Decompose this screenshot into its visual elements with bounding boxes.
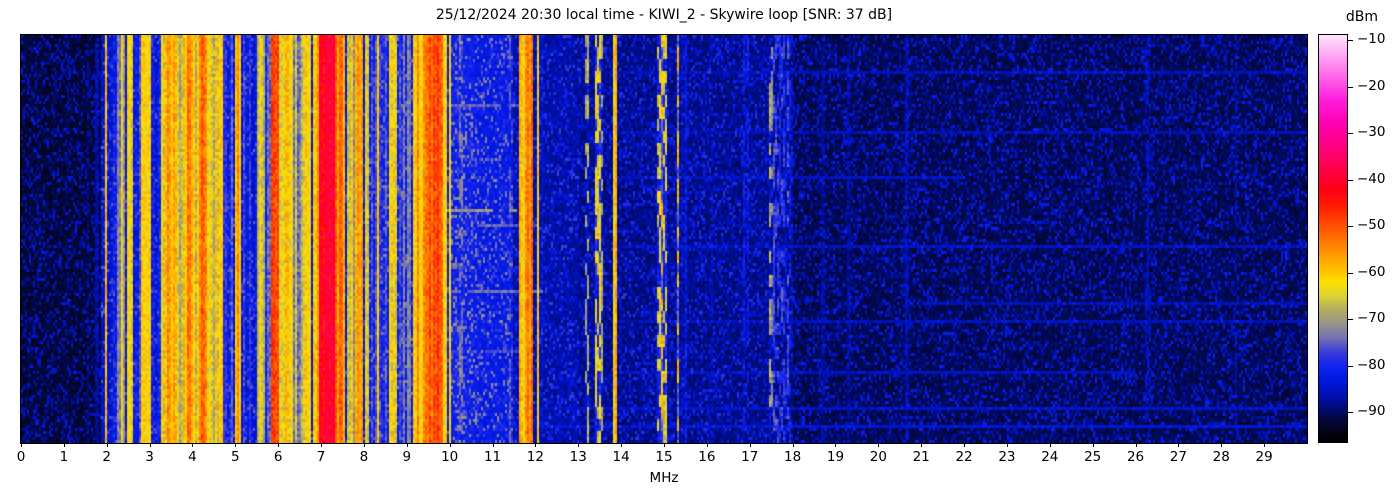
waterfall-heatmap [21,35,1307,443]
x-tick-label: 18 [784,449,802,465]
x-tick [149,443,151,447]
x-tick [406,443,408,447]
x-tick-label: 14 [612,449,630,465]
x-tick [21,443,22,447]
x-tick [535,443,537,447]
colorbar-tick [1347,319,1353,321]
colorbar-tick [1347,179,1353,181]
x-tick-label: 23 [998,449,1016,465]
x-tick [1178,443,1180,447]
x-tick [964,443,966,447]
colorbar-tick [1347,226,1353,228]
x-tick [278,443,280,447]
x-tick-label: 7 [316,449,326,465]
colorbar-tick-label: −30 [1357,124,1386,141]
x-tick-label: 21 [912,449,930,465]
x-tick-label: 17 [741,449,759,465]
x-tick [792,443,794,447]
colorbar-tick-label: −20 [1357,77,1386,94]
x-tick [578,443,580,447]
x-tick-label: 6 [273,449,283,465]
x-tick-label: 3 [145,449,154,465]
x-tick [363,443,365,447]
plot-area [20,34,1308,444]
x-tick-label: 8 [359,449,369,465]
x-tick-label: 25 [1084,449,1102,465]
x-tick-label: 10 [441,449,459,465]
x-tick-label: 11 [483,449,502,465]
x-tick-label: 27 [1169,449,1187,465]
x-tick-label: 16 [698,449,716,465]
x-tick [706,443,708,447]
x-tick-label: 0 [16,449,26,465]
colorbar-tick-label: −90 [1357,403,1386,420]
colorbar [1318,34,1348,443]
colorbar-tick-label: −60 [1357,263,1386,280]
colorbar-tick [1347,272,1353,274]
colorbar-tick-label: −50 [1357,217,1386,234]
colorbar-tick-label: −80 [1357,356,1386,373]
x-tick [1049,443,1051,447]
x-tick [449,443,451,447]
x-tick [835,443,837,447]
colorbar-tick-label: −70 [1357,310,1386,327]
colorbar-tick [1347,133,1353,135]
colorbar-tick [1347,40,1353,42]
x-tick [106,443,108,447]
x-tick-label: 9 [402,449,412,465]
x-tick [921,443,923,447]
x-tick [1092,443,1094,447]
x-tick [492,443,494,447]
x-tick [664,443,665,447]
x-tick [235,443,237,447]
x-tick [1135,443,1137,447]
x-tick-label: 2 [102,449,112,465]
x-tick-label: 5 [231,449,240,465]
colorbar-tick-label: −40 [1357,170,1386,187]
x-tick-label: 20 [869,449,887,465]
x-tick [621,443,623,447]
x-axis-label: MHz [649,470,679,486]
x-tick-label: 28 [1212,449,1230,465]
x-tick [321,443,323,447]
x-tick-label: 13 [569,449,587,465]
colorbar-tick [1347,86,1353,88]
x-tick [878,443,880,447]
x-tick [1264,443,1266,447]
colorbar-gradient [1319,35,1347,442]
x-tick-label: 4 [188,449,197,465]
x-tick-label: 22 [955,449,973,465]
x-tick-label: 15 [655,449,673,465]
x-tick [1006,443,1008,447]
colorbar-tick [1347,365,1353,367]
x-tick-label: 1 [59,449,69,465]
x-tick-label: 26 [1126,449,1145,465]
colorbar-tick [1347,412,1353,414]
x-tick [1221,443,1223,447]
x-tick-label: 19 [826,449,845,465]
x-tick [63,443,65,447]
x-tick-label: 24 [1041,449,1059,465]
x-tick [749,443,751,447]
x-tick [192,443,194,447]
spectrogram-figure: 25/12/2024 20:30 local time - KIWI_2 - S… [0,0,1400,500]
x-tick-label: 12 [526,449,544,465]
chart-title: 25/12/2024 20:30 local time - KIWI_2 - S… [435,7,893,23]
colorbar-unit-label: dBm [1345,9,1379,25]
x-tick-label: 29 [1255,449,1273,465]
colorbar-tick-label: −10 [1357,31,1386,48]
